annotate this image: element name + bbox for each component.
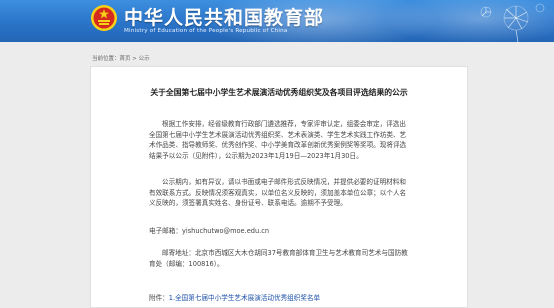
- site-header: 中华人民共和国教育部 Ministry of Education of the …: [0, 0, 554, 42]
- attachment-label: 附件：: [149, 294, 169, 302]
- article-title: 关于全国第七届中小学生艺术展演活动优秀组织奖及各项目评选结果的公示: [150, 88, 408, 97]
- site-subtitle: Ministry of Education of the People's Re…: [124, 28, 288, 34]
- national-emblem-icon[interactable]: [90, 4, 118, 32]
- article-paragraph-1: 根据工作安排，经省级教育行政部门遴选推荐，专家评审认定，组委会审定，评选出全国第…: [149, 120, 407, 160]
- email-line: 电子邮箱：yishuchutwo@moe.edu.cn: [149, 227, 270, 235]
- attachment-line: 附件：1.全国第七届中小学生艺术展演活动优秀组织奖名单: [149, 292, 320, 302]
- article-panel: 关于全国第七届中小学生艺术展演活动优秀组织奖及各项目评选结果的公示 根据工作安排…: [90, 66, 468, 308]
- breadcrumb[interactable]: 当前位置：首页 > 公示: [92, 54, 150, 62]
- article-paragraph-2: 公示期内，如有异议，请以书面或电子邮件形式反映情况，并提供必要的证明材料和有效联…: [149, 178, 407, 208]
- dandelion-decoration: [480, 3, 545, 42]
- attachment-link[interactable]: 1.全国第七届中小学生艺术展演活动优秀组织奖名单: [169, 294, 320, 302]
- address-line: 邮寄地址：北京市西城区大木仓胡同37号教育部体育卫生与艺术教育司艺术与国防教育处…: [149, 249, 408, 268]
- site-title[interactable]: 中华人民共和国教育部: [124, 3, 324, 30]
